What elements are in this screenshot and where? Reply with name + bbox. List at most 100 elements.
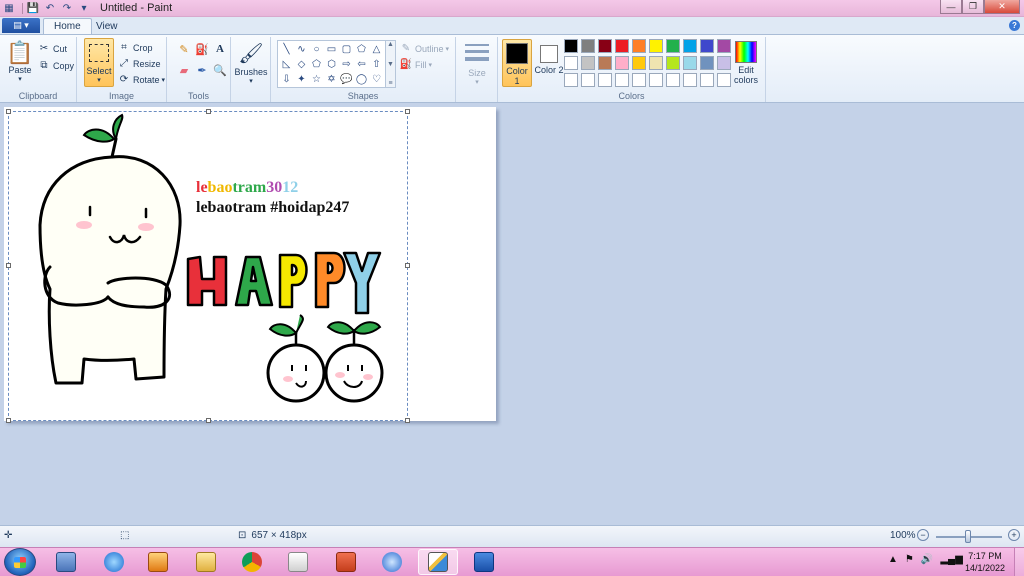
size-button[interactable]: Size ▾ <box>462 41 492 86</box>
select-button[interactable]: Select ▾ <box>84 38 114 87</box>
action-center-flag-icon[interactable]: ⚑ <box>905 554 914 565</box>
pentagon-shape-icon[interactable]: ⬠ <box>309 57 324 72</box>
palette-swatch[interactable] <box>666 56 680 70</box>
palette-swatch[interactable] <box>581 56 595 70</box>
scroll-down-icon[interactable]: ▼ <box>387 61 394 68</box>
color-picker-icon[interactable]: ✒ <box>194 62 210 78</box>
resize-handle-bottom[interactable] <box>206 418 211 423</box>
palette-swatch[interactable] <box>598 73 612 87</box>
drawing-canvas[interactable]: lebaotram3012 lebaotram #hoidap247 <box>4 107 496 423</box>
close-button[interactable]: ✕ <box>984 0 1020 14</box>
brushes-button[interactable]: 🖌 Brushes ▾ <box>234 41 267 85</box>
zoom-in-button[interactable]: + <box>1008 529 1020 541</box>
palette-swatch[interactable] <box>649 56 663 70</box>
palette-swatch[interactable] <box>717 56 731 70</box>
right-triangle-shape-icon[interactable]: ◺ <box>279 57 294 72</box>
five-point-star-shape-icon[interactable]: ☆ <box>309 72 324 87</box>
oval-callout-shape-icon[interactable]: ◯ <box>354 72 369 87</box>
file-menu-button[interactable]: ▤ ▾ <box>2 18 40 33</box>
palette-swatch[interactable] <box>717 39 731 53</box>
start-button[interactable] <box>4 548 36 576</box>
fill-button[interactable]: ⛽ Fill ▾ <box>400 57 432 72</box>
volume-icon[interactable]: 🔊 <box>921 554 933 565</box>
taskbar-clock[interactable]: 7:17 PM 14/1/2022 <box>960 550 1010 574</box>
show-desktop-button[interactable] <box>1014 548 1024 576</box>
crop-button[interactable]: ⌗ Crop <box>118 40 152 55</box>
copy-button[interactable]: ⧉ Copy <box>38 58 74 73</box>
zoom-out-button[interactable]: − <box>917 529 929 541</box>
four-point-star-shape-icon[interactable]: ✦ <box>294 72 309 87</box>
help-icon[interactable]: ? <box>1009 20 1020 31</box>
resize-button[interactable]: ⤢ Resize <box>118 56 161 71</box>
minimize-button[interactable]: — <box>940 0 962 14</box>
palette-swatch[interactable] <box>581 73 595 87</box>
save-icon[interactable]: 💾 <box>26 2 40 15</box>
tab-view[interactable]: View <box>86 18 128 34</box>
palette-swatch[interactable] <box>615 56 629 70</box>
palette-swatch[interactable] <box>700 39 714 53</box>
taskbar-word[interactable] <box>464 549 504 575</box>
color1-button[interactable]: Color 1 <box>502 39 532 87</box>
palette-swatch[interactable] <box>564 39 578 53</box>
magnifier-icon[interactable]: 🔍 <box>212 62 228 78</box>
shapes-scroll[interactable]: ▲ ▼ ≡ <box>385 40 396 88</box>
more-icon[interactable]: ≡ <box>388 80 392 87</box>
taskbar-calculator[interactable] <box>46 549 86 575</box>
palette-swatch[interactable] <box>717 73 731 87</box>
palette-swatch[interactable] <box>615 73 629 87</box>
restore-button[interactable]: ❐ <box>962 0 984 14</box>
palette-swatch[interactable] <box>632 39 646 53</box>
selection-box[interactable] <box>8 111 408 421</box>
taskbar-internet-explorer[interactable] <box>94 549 134 575</box>
curve-shape-icon[interactable]: ∿ <box>294 42 309 57</box>
zoom-slider-thumb[interactable] <box>965 530 971 543</box>
cut-button[interactable]: ✂ Cut <box>38 41 67 56</box>
diamond-shape-icon[interactable]: ◇ <box>294 57 309 72</box>
palette-swatch[interactable] <box>666 73 680 87</box>
show-hidden-icons-icon[interactable]: ▲ <box>888 554 898 565</box>
palette-swatch[interactable] <box>666 39 680 53</box>
redo-icon[interactable]: ↷ <box>60 2 74 15</box>
rotate-button[interactable]: ⟳ Rotate ▾ <box>118 72 165 87</box>
palette-swatch[interactable] <box>598 39 612 53</box>
rounded-rectangle-shape-icon[interactable]: ▢ <box>339 42 354 57</box>
palette-swatch[interactable] <box>632 73 646 87</box>
resize-handle-top-left[interactable] <box>6 109 11 114</box>
taskbar-file-explorer[interactable] <box>186 549 226 575</box>
callout-shape-icon[interactable]: 💬 <box>339 72 354 87</box>
undo-icon[interactable]: ↶ <box>43 2 57 15</box>
hexagon-shape-icon[interactable]: ⬡ <box>324 57 339 72</box>
color2-button[interactable]: Color 2 <box>534 39 564 87</box>
palette-swatch[interactable] <box>564 56 578 70</box>
tab-home[interactable]: Home <box>43 18 92 34</box>
taskbar-snipping-tool[interactable] <box>278 549 318 575</box>
palette-swatch[interactable] <box>700 73 714 87</box>
resize-handle-bottom-right[interactable] <box>405 418 410 423</box>
palette-swatch[interactable] <box>632 56 646 70</box>
palette-swatch[interactable] <box>564 73 578 87</box>
right-arrow-shape-icon[interactable]: ⇨ <box>339 57 354 72</box>
oval-shape-icon[interactable]: ○ <box>309 42 324 57</box>
palette-swatch[interactable] <box>649 39 663 53</box>
rectangle-shape-icon[interactable]: ▭ <box>324 42 339 57</box>
up-arrow-shape-icon[interactable]: ⇧ <box>369 57 384 72</box>
resize-handle-left[interactable] <box>6 263 11 268</box>
scroll-up-icon[interactable]: ▲ <box>387 41 394 48</box>
resize-handle-bottom-left[interactable] <box>6 418 11 423</box>
down-arrow-shape-icon[interactable]: ⇩ <box>279 72 294 87</box>
line-shape-icon[interactable]: ╲ <box>279 42 294 57</box>
taskbar-powerpoint[interactable] <box>326 549 366 575</box>
edit-colors-button[interactable]: Edit colors <box>731 39 761 85</box>
taskbar-paint[interactable] <box>418 549 458 575</box>
taskbar-app-blue[interactable] <box>372 549 412 575</box>
palette-swatch[interactable] <box>615 39 629 53</box>
palette-swatch[interactable] <box>683 73 697 87</box>
text-icon[interactable]: A <box>212 41 228 57</box>
resize-handle-top[interactable] <box>206 109 211 114</box>
customize-dropdown-icon[interactable]: ▾ <box>77 2 91 15</box>
eraser-icon[interactable]: ▰ <box>176 62 192 78</box>
resize-handle-right[interactable] <box>405 263 410 268</box>
resize-handle-top-right[interactable] <box>405 109 410 114</box>
paint-app-icon[interactable]: ▦ <box>2 2 16 15</box>
polygon-shape-icon[interactable]: ⬠ <box>354 42 369 57</box>
